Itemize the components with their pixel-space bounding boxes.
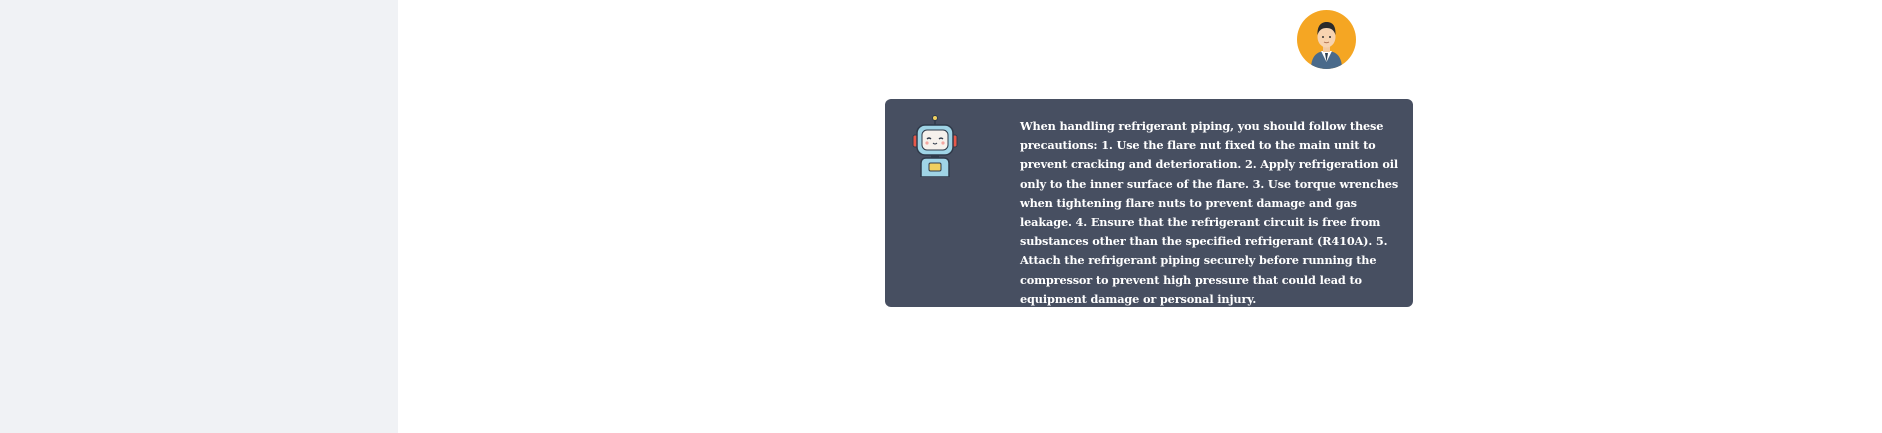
robot-avatar-icon: [907, 115, 963, 178]
businessman-avatar-icon: [1297, 10, 1356, 69]
assistant-message: When handling refrigerant piping, you sh…: [885, 99, 1413, 307]
message-text: When handling refrigerant piping, you sh…: [1020, 119, 1399, 306]
sidebar: [0, 0, 398, 433]
